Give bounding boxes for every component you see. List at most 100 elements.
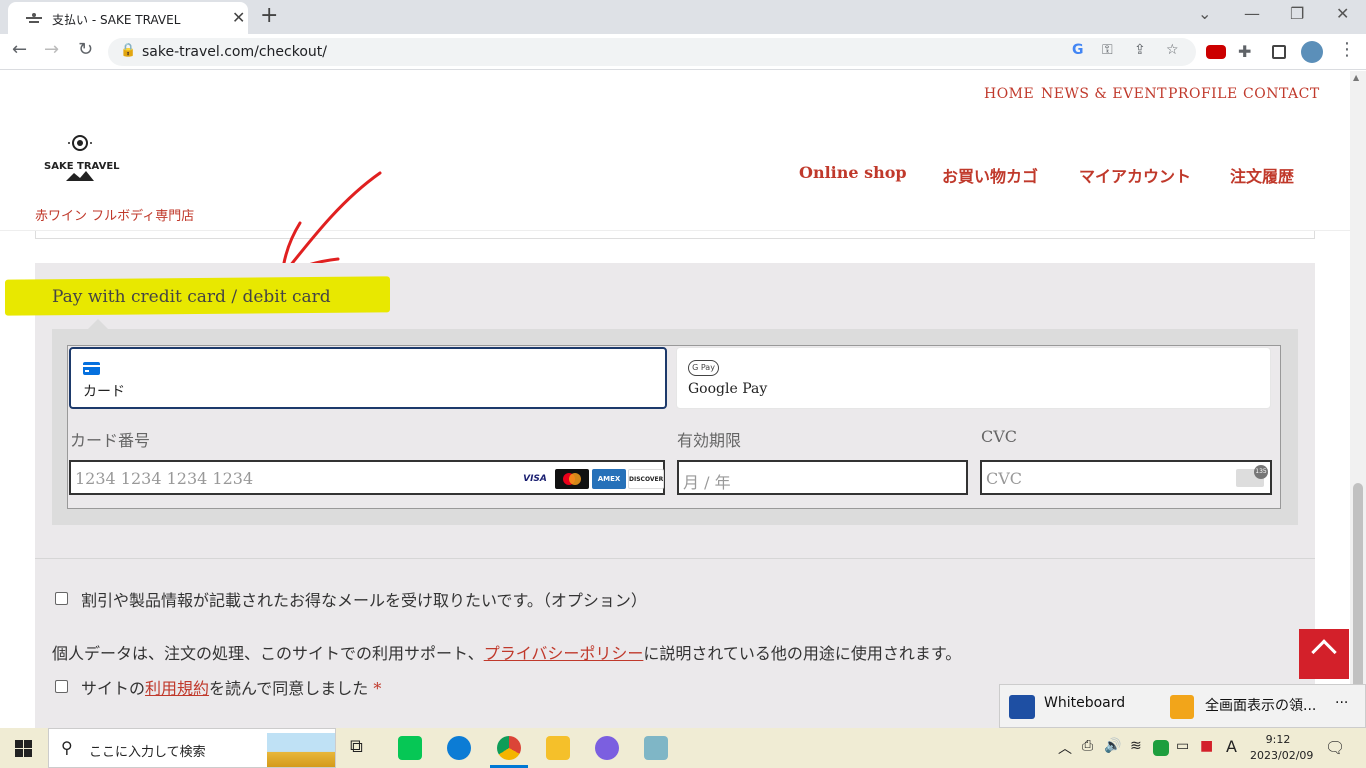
search-icon: ⚲ [61, 738, 73, 757]
back-icon[interactable]: ← [12, 39, 27, 60]
reload-icon[interactable]: ↻ [78, 39, 93, 60]
browser-tab[interactable]: 支払い - SAKE TRAVEL ✕ [8, 2, 248, 34]
windows-start-icon[interactable] [15, 740, 32, 757]
terms-label: サイトの利用規約を読んで同意しました * [81, 675, 381, 699]
ime-indicator[interactable]: A [1226, 737, 1237, 756]
newsletter-label: 割引や製品情報が記載されたお得なメールを受け取りたいです。（オプション） [81, 591, 647, 610]
card-number-placeholder: 1234 1234 1234 1234 [75, 469, 254, 488]
nav-online-shop[interactable]: Online shop [799, 163, 907, 182]
bookmark-star-icon[interactable]: ☆ [1166, 42, 1179, 58]
whiteboard-item[interactable]: Whiteboard [1044, 695, 1125, 711]
notification-center-icon[interactable]: 🗨 [1325, 738, 1345, 757]
terms-suffix: を読んで同意しました [209, 679, 369, 698]
search-placeholder: ここに入力して検索 [89, 745, 206, 760]
extensions-puzzle-icon[interactable]: ✚ [1238, 42, 1251, 61]
credit-card-icon [83, 362, 100, 375]
key-icon[interactable]: ⚿ [1102, 42, 1113, 58]
address-bar[interactable]: 🔒 sake-travel.com/checkout/ G ⚿ ⇪ ☆ [108, 38, 1196, 66]
terms-link[interactable]: 利用規約 [145, 679, 209, 698]
taskbar-preview-popup: Whiteboard 全画面表示の領... ··· [999, 684, 1366, 728]
tray-overflow-icon[interactable]: ︿ [1058, 738, 1072, 758]
previous-section-border [35, 231, 1315, 239]
clock-time: 9:12 [1265, 733, 1291, 746]
tray-red-app-icon[interactable]: ■ [1200, 738, 1213, 754]
battery-icon[interactable]: ▭ [1176, 738, 1189, 754]
site-favicon-icon [26, 13, 42, 23]
nav-cart[interactable]: お買い物カゴ [942, 163, 1038, 187]
whiteboard-icon [1009, 695, 1035, 719]
nav-contact[interactable]: CONTACT [1243, 86, 1320, 102]
new-tab-icon[interactable]: + [260, 3, 278, 28]
edge-icon[interactable] [447, 736, 471, 760]
expiry-label: 有効期限 [677, 431, 742, 450]
menu-kebab-icon[interactable]: ⋮ [1338, 39, 1356, 60]
lock-icon: 🔒 [120, 43, 137, 58]
discover-icon: DISCOVER [628, 469, 664, 489]
clock[interactable]: 9:12 2023/02/09 [1250, 732, 1313, 764]
payment-title: Pay with credit card / debit card [52, 287, 331, 307]
privacy-notice: 個人データは、注文の処理、このサイトでの利用サポート、プライバシーポリシーに説明… [52, 640, 961, 664]
visa-icon: VISA [517, 469, 553, 489]
google-pay-method-label: Google Pay [688, 381, 768, 397]
nav-news-event[interactable]: NEWS & EVENT [1041, 86, 1167, 102]
volume-icon[interactable]: 🔊 [1104, 738, 1121, 754]
side-panel-icon[interactable] [1272, 45, 1286, 59]
card-method-label: カード [83, 384, 125, 400]
terms-checkbox[interactable] [55, 680, 68, 693]
tab-search-icon[interactable]: ⌄ [1198, 4, 1211, 23]
nav-order-history[interactable]: 注文履歴 [1230, 163, 1294, 187]
nav-my-account[interactable]: マイアカウント [1079, 163, 1191, 187]
scroll-to-top-button[interactable] [1299, 629, 1349, 679]
taskbar-search-box[interactable]: ⚲ ここに入力して検索 [48, 728, 336, 768]
wifi-icon[interactable]: ≋ [1130, 738, 1142, 754]
device-icon[interactable]: ⎙ [1082, 738, 1093, 754]
browser-toolbar: ← → ↻ 🔒 sake-travel.com/checkout/ G ⚿ ⇪ … [0, 34, 1366, 70]
cvc-input[interactable]: CVC 135 [980, 460, 1272, 495]
amex-icon: AMEX [592, 469, 626, 489]
privacy-prefix: 個人データは、注文の処理、このサイトでの利用サポート、 [52, 644, 484, 663]
privacy-policy-link[interactable]: プライバシーポリシー [484, 644, 644, 663]
share-icon[interactable]: ⇪ [1134, 42, 1146, 58]
youtube-extension-icon[interactable] [1206, 45, 1226, 59]
payment-method-card[interactable]: カード [69, 347, 667, 409]
chrome-icon[interactable] [497, 736, 521, 760]
copilot-icon[interactable] [595, 736, 619, 760]
cvc-label: CVC [981, 427, 1018, 446]
restore-icon[interactable]: ❐ [1290, 4, 1304, 23]
tray-app-icon[interactable] [1153, 740, 1169, 756]
task-view-icon[interactable]: ⧉ [350, 736, 363, 757]
card-number-label: カード番号 [70, 431, 151, 450]
line-app-icon[interactable] [398, 736, 422, 760]
chevron-up-icon [1311, 639, 1337, 665]
cvc-placeholder: CVC [986, 469, 1023, 488]
privacy-suffix: に説明されている他の用途に使用されます。 [643, 644, 962, 663]
file-explorer-icon[interactable] [546, 736, 570, 760]
fullscreen-item[interactable]: 全画面表示の領... [1205, 695, 1316, 715]
profile-avatar[interactable] [1301, 41, 1323, 63]
expiry-input[interactable]: 月 / 年 [677, 460, 968, 495]
scroll-up-arrow-icon[interactable]: ▲ [1353, 73, 1359, 82]
page-scrollbar[interactable]: ▲ [1350, 71, 1366, 728]
close-window-icon[interactable]: ✕ [1336, 4, 1349, 23]
card-number-input[interactable]: 1234 1234 1234 1234 VISA AMEX DISCOVER [69, 460, 665, 495]
payment-method-google-pay[interactable]: G Pay Google Pay [676, 347, 1271, 409]
web-page: HOME NEWS & EVENT PROFILE CONTACT SAKE T… [0, 71, 1350, 728]
section-divider [35, 558, 1315, 559]
more-options-icon[interactable]: ··· [1335, 695, 1348, 711]
site-tagline: 赤ワイン フルボディ専門店 [35, 209, 195, 224]
nav-home[interactable]: HOME [984, 86, 1034, 102]
expiry-placeholder: 月 / 年 [683, 473, 731, 492]
minimize-icon[interactable]: — [1244, 4, 1260, 23]
terms-prefix: サイトの [81, 679, 146, 698]
browser-tab-bar: 支払い - SAKE TRAVEL ✕ + ⌄ — ❐ ✕ [0, 0, 1366, 34]
url-text: sake-travel.com/checkout/ [142, 44, 327, 60]
nav-profile[interactable]: PROFILE [1168, 86, 1238, 102]
google-lens-icon[interactable]: G [1072, 42, 1084, 58]
newsletter-checkbox[interactable] [55, 592, 68, 605]
mastercard-icon [555, 469, 589, 489]
app-icon[interactable] [644, 736, 668, 760]
tab-close-icon[interactable]: ✕ [232, 8, 245, 27]
search-highlight-image [267, 733, 335, 767]
forward-icon[interactable]: → [44, 39, 59, 60]
screen-snip-icon [1170, 695, 1194, 719]
